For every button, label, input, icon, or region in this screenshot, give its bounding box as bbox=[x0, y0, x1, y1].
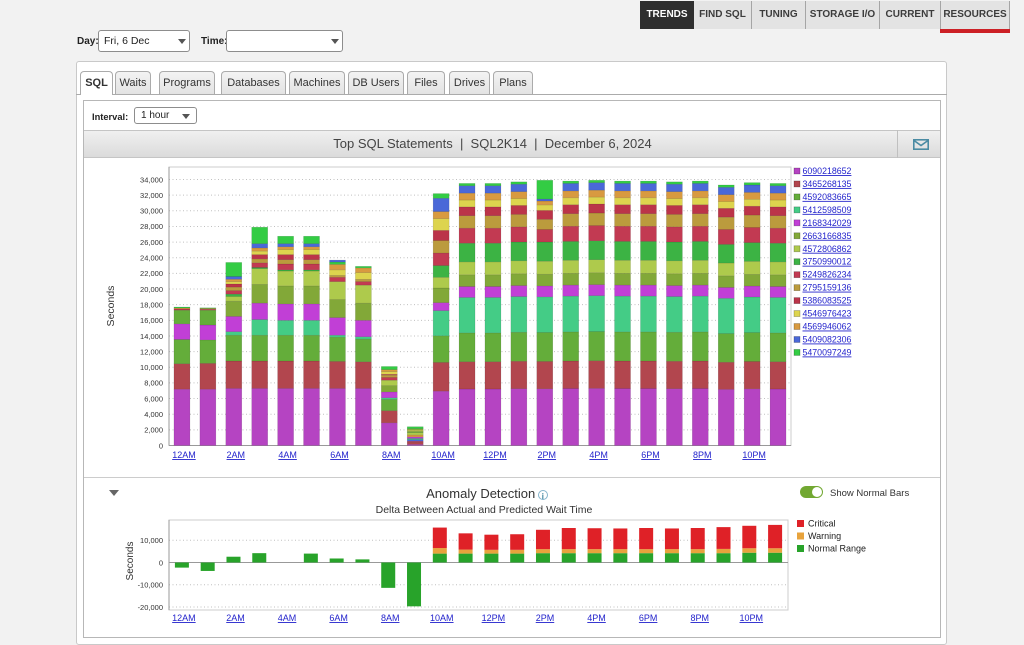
svg-text:Seconds: Seconds bbox=[125, 542, 136, 581]
svg-text:0: 0 bbox=[159, 441, 163, 450]
svg-text:5409082306: 5409082306 bbox=[803, 334, 852, 344]
svg-text:-20,000: -20,000 bbox=[138, 603, 163, 612]
svg-text:12,000: 12,000 bbox=[140, 347, 163, 356]
svg-text:6PM: 6PM bbox=[641, 450, 660, 460]
svg-text:4PM: 4PM bbox=[587, 613, 606, 623]
svg-text:3750990012: 3750990012 bbox=[803, 257, 852, 267]
svg-text:5386083525: 5386083525 bbox=[803, 296, 852, 306]
svg-text:16,000: 16,000 bbox=[140, 316, 163, 325]
svg-text:5249826234: 5249826234 bbox=[803, 270, 852, 280]
svg-text:Normal Range: Normal Range bbox=[808, 544, 866, 554]
svg-text:2AM: 2AM bbox=[227, 450, 246, 460]
svg-text:Warning: Warning bbox=[808, 531, 841, 541]
svg-text:30,000: 30,000 bbox=[140, 207, 163, 216]
svg-text:2663166835: 2663166835 bbox=[803, 231, 852, 241]
svg-text:4,000: 4,000 bbox=[144, 410, 163, 419]
svg-text:5412598509: 5412598509 bbox=[803, 205, 852, 215]
svg-text:6,000: 6,000 bbox=[144, 394, 163, 403]
svg-text:10AM: 10AM bbox=[431, 450, 455, 460]
svg-text:5470097249: 5470097249 bbox=[803, 347, 852, 357]
svg-text:Critical: Critical bbox=[808, 519, 836, 529]
svg-text:10,000: 10,000 bbox=[140, 536, 163, 545]
svg-text:4546976423: 4546976423 bbox=[803, 309, 852, 319]
svg-text:28,000: 28,000 bbox=[140, 222, 163, 231]
svg-text:8AM: 8AM bbox=[381, 613, 400, 623]
svg-text:4592083665: 4592083665 bbox=[803, 192, 852, 202]
svg-text:20,000: 20,000 bbox=[140, 285, 163, 294]
svg-text:2PM: 2PM bbox=[538, 450, 557, 460]
svg-text:6PM: 6PM bbox=[639, 613, 658, 623]
svg-text:10AM: 10AM bbox=[430, 613, 454, 623]
svg-text:18,000: 18,000 bbox=[140, 300, 163, 309]
svg-text:4569946062: 4569946062 bbox=[803, 322, 852, 332]
svg-text:2AM: 2AM bbox=[226, 613, 245, 623]
svg-text:10,000: 10,000 bbox=[140, 363, 163, 372]
svg-text:4AM: 4AM bbox=[278, 450, 297, 460]
svg-text:3465268135: 3465268135 bbox=[803, 179, 852, 189]
svg-text:8PM: 8PM bbox=[693, 450, 712, 460]
svg-text:14,000: 14,000 bbox=[140, 332, 163, 341]
svg-text:0: 0 bbox=[159, 558, 163, 567]
svg-text:2168342029: 2168342029 bbox=[803, 218, 852, 228]
svg-text:12AM: 12AM bbox=[172, 450, 196, 460]
svg-text:10PM: 10PM bbox=[740, 613, 764, 623]
svg-text:6090218652: 6090218652 bbox=[803, 166, 852, 176]
svg-text:12AM: 12AM bbox=[172, 613, 196, 623]
svg-text:12PM: 12PM bbox=[483, 450, 507, 460]
svg-text:4572806862: 4572806862 bbox=[803, 244, 852, 254]
svg-text:4PM: 4PM bbox=[589, 450, 608, 460]
svg-text:22,000: 22,000 bbox=[140, 269, 163, 278]
svg-text:2795159136: 2795159136 bbox=[803, 283, 852, 293]
svg-text:8AM: 8AM bbox=[382, 450, 401, 460]
svg-text:2PM: 2PM bbox=[536, 613, 555, 623]
svg-text:Seconds: Seconds bbox=[105, 286, 117, 327]
svg-text:6AM: 6AM bbox=[330, 450, 349, 460]
svg-text:8,000: 8,000 bbox=[144, 379, 163, 388]
svg-text:2,000: 2,000 bbox=[144, 426, 163, 435]
svg-text:-10,000: -10,000 bbox=[138, 581, 163, 590]
svg-text:32,000: 32,000 bbox=[140, 191, 163, 200]
svg-text:26,000: 26,000 bbox=[140, 238, 163, 247]
svg-text:8PM: 8PM bbox=[690, 613, 709, 623]
svg-text:6AM: 6AM bbox=[329, 613, 348, 623]
svg-text:4AM: 4AM bbox=[278, 613, 297, 623]
svg-text:10PM: 10PM bbox=[742, 450, 766, 460]
svg-text:24,000: 24,000 bbox=[140, 254, 163, 263]
svg-text:34,000: 34,000 bbox=[140, 175, 163, 184]
svg-text:12PM: 12PM bbox=[482, 613, 506, 623]
